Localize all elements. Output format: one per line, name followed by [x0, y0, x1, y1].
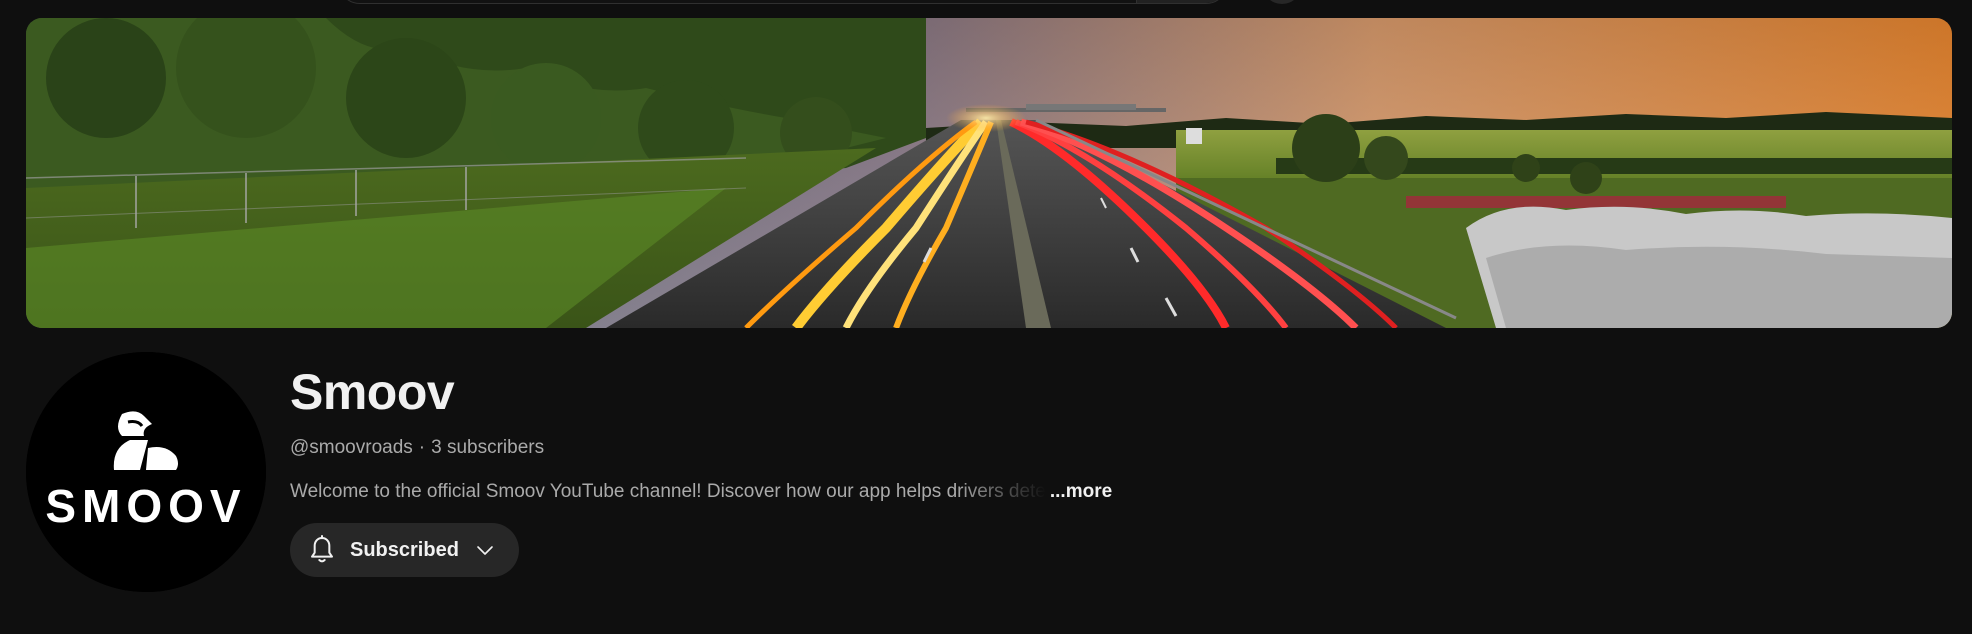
channel-avatar[interactable]: SMOOV: [26, 352, 266, 592]
channel-description[interactable]: Welcome to the official Smoov YouTube ch…: [290, 480, 1112, 504]
channel-handle: @smoovroads: [290, 437, 413, 458]
search-bar[interactable]: [338, 0, 1228, 4]
channel-page: SMOOV Smoov @smoovroads · 3 subscribers We…: [0, 0, 1972, 634]
more-link[interactable]: ...more: [1050, 480, 1112, 504]
subscriber-count: 3 subscribers: [431, 437, 545, 458]
voice-search-button[interactable]: [1262, 0, 1302, 4]
channel-meta: @smoovroads · 3 subscribers: [290, 436, 544, 460]
smoov-logo: SMOOV: [26, 352, 266, 592]
svg-text:SMOOV: SMOOV: [45, 480, 246, 532]
chevron-down-icon: [477, 546, 493, 555]
description-text: Welcome to the official Smoov YouTube ch…: [290, 481, 1046, 502]
search-button[interactable]: [1136, 0, 1227, 3]
channel-name: Smoov: [290, 364, 455, 420]
channel-banner: [26, 18, 1952, 328]
subscribed-label: Subscribed: [350, 538, 459, 561]
subscribed-button[interactable]: Subscribed: [290, 523, 519, 577]
meta-separator: ·: [418, 437, 426, 458]
highway-light-trails-image: [26, 18, 1952, 328]
bell-icon: [311, 535, 333, 563]
